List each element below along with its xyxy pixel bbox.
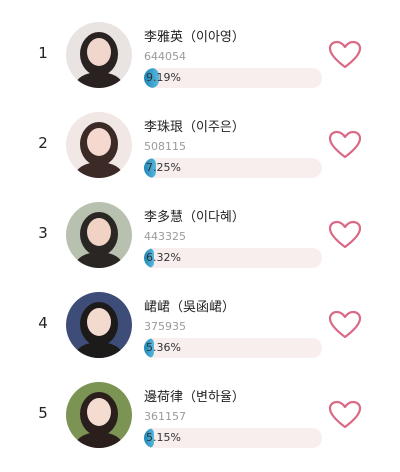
vote-percentage: 7.25% bbox=[146, 161, 181, 174]
contestant-name: 李多慧（이다혜） bbox=[144, 210, 245, 225]
vote-percentage: 5.15% bbox=[146, 431, 181, 444]
vote-count: 361157 bbox=[144, 410, 186, 423]
avatar[interactable] bbox=[66, 202, 132, 268]
heart-outline-icon[interactable] bbox=[328, 40, 362, 70]
vote-count: 375935 bbox=[144, 320, 186, 333]
vote-progress-bar: 9.19% bbox=[144, 68, 322, 88]
rank-number: 3 bbox=[38, 224, 48, 242]
ranking-row: 4 峮峮（吳函峮） 375935 5.36% bbox=[0, 292, 400, 382]
avatar[interactable] bbox=[66, 382, 132, 448]
contestant-name: 李雅英（이아영） bbox=[144, 30, 245, 45]
rank-number: 4 bbox=[38, 314, 48, 332]
contestant-name: 邊荷律（변하율） bbox=[144, 390, 245, 405]
vote-progress-bar: 5.15% bbox=[144, 428, 322, 448]
ranking-list: 1 李雅英（이아영） 644054 9.19% 2 李珠珢（이주은） 50811… bbox=[0, 0, 400, 471]
contestant-name: 李珠珢（이주은） bbox=[144, 120, 245, 135]
vote-percentage: 6.32% bbox=[146, 251, 181, 264]
vote-count: 443325 bbox=[144, 230, 186, 243]
vote-progress-bar: 6.32% bbox=[144, 248, 322, 268]
ranking-row: 5 邊荷律（변하율） 361157 5.15% bbox=[0, 382, 400, 472]
avatar[interactable] bbox=[66, 292, 132, 358]
avatar[interactable] bbox=[66, 22, 132, 88]
heart-outline-icon[interactable] bbox=[328, 310, 362, 340]
heart-outline-icon[interactable] bbox=[328, 400, 362, 430]
contestant-name: 峮峮（吳函峮） bbox=[144, 300, 236, 315]
avatar[interactable] bbox=[66, 112, 132, 178]
ranking-row: 2 李珠珢（이주은） 508115 7.25% bbox=[0, 112, 400, 202]
vote-progress-bar: 5.36% bbox=[144, 338, 322, 358]
heart-outline-icon[interactable] bbox=[328, 220, 362, 250]
rank-number: 5 bbox=[38, 404, 48, 422]
heart-outline-icon[interactable] bbox=[328, 130, 362, 160]
rank-number: 2 bbox=[38, 134, 48, 152]
ranking-row: 3 李多慧（이다혜） 443325 6.32% bbox=[0, 202, 400, 292]
vote-progress-bar: 7.25% bbox=[144, 158, 322, 178]
ranking-row: 1 李雅英（이아영） 644054 9.19% bbox=[0, 22, 400, 112]
vote-percentage: 9.19% bbox=[146, 71, 181, 84]
vote-count: 644054 bbox=[144, 50, 186, 63]
vote-count: 508115 bbox=[144, 140, 186, 153]
rank-number: 1 bbox=[38, 44, 48, 62]
vote-percentage: 5.36% bbox=[146, 341, 181, 354]
